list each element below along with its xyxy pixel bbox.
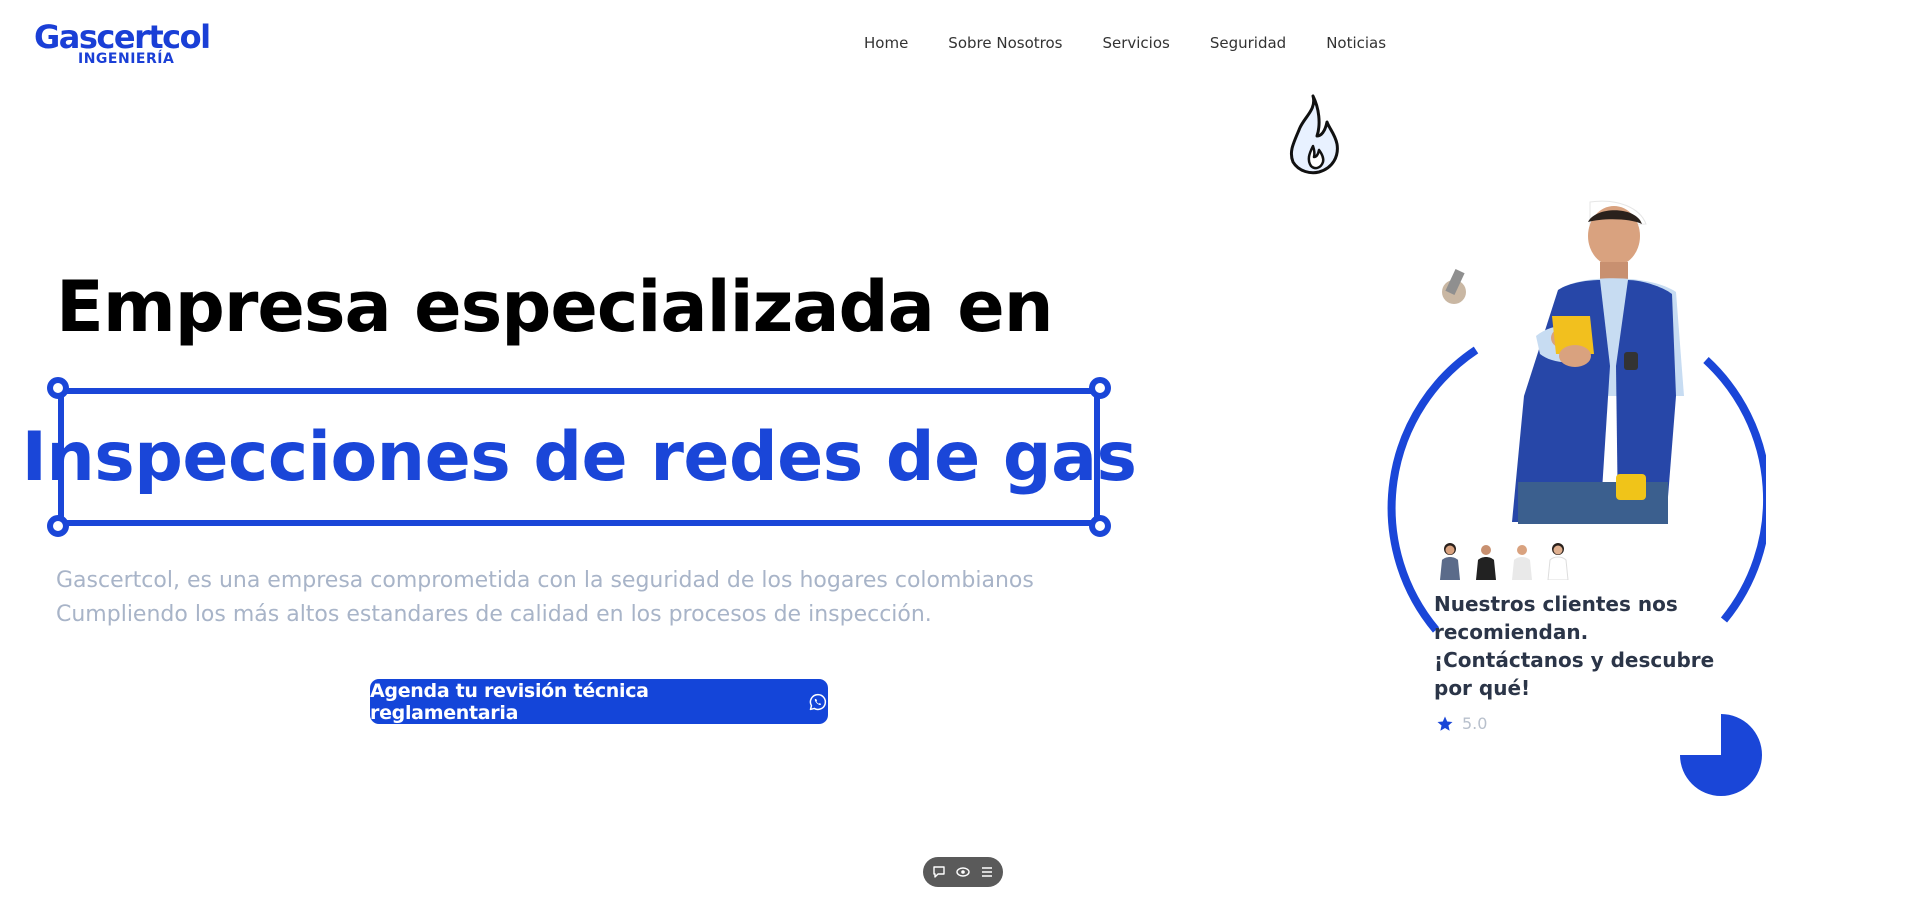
technician-image bbox=[1442, 200, 1684, 524]
star-icon bbox=[1437, 716, 1453, 731]
schedule-inspection-button[interactable]: Agenda tu revisión técnica reglamentaria bbox=[370, 679, 828, 724]
avatar bbox=[1547, 543, 1569, 580]
chat-icon[interactable] bbox=[932, 865, 946, 879]
avatar bbox=[1440, 543, 1460, 580]
whatsapp-icon bbox=[809, 693, 827, 710]
floating-toolbar bbox=[923, 857, 1003, 887]
hero-headline: Empresa especializada en bbox=[56, 266, 1054, 348]
avatar bbox=[1476, 545, 1496, 580]
nav-item-home[interactable]: Home bbox=[864, 34, 908, 52]
nav-item-seguridad[interactable]: Seguridad bbox=[1210, 34, 1286, 52]
main-nav: Home Sobre Nosotros Servicios Seguridad … bbox=[864, 34, 1386, 52]
nav-item-noticias[interactable]: Noticias bbox=[1326, 34, 1386, 52]
highlight-frame: Inspecciones de redes de gas bbox=[21, 377, 1137, 537]
logo-tagline: INGENIERÍA bbox=[78, 51, 175, 67]
eye-icon[interactable] bbox=[956, 865, 970, 879]
hero-description: Gascertcol, es una empresa comprometida … bbox=[56, 568, 1034, 627]
cta-label: Agenda tu revisión técnica reglamentaria bbox=[370, 679, 649, 724]
hero-highlight: Inspecciones de redes de gas bbox=[21, 417, 1137, 497]
rating-value: 5.0 bbox=[1462, 714, 1488, 733]
decorative-quarter-circle bbox=[1680, 714, 1762, 796]
testimonial-text: Nuestros clientes nos recomiendan. ¡Cont… bbox=[1434, 592, 1715, 700]
nav-item-servicios[interactable]: Servicios bbox=[1102, 34, 1169, 52]
flame-icon bbox=[1289, 94, 1339, 175]
rating: 5.0 bbox=[1436, 714, 1487, 733]
brand-logo[interactable]: Gascertcol INGENIERÍA bbox=[34, 18, 224, 72]
settings-icon[interactable] bbox=[980, 865, 994, 879]
nav-item-sobre-nosotros[interactable]: Sobre Nosotros bbox=[948, 34, 1062, 52]
avatar bbox=[1512, 545, 1532, 580]
client-avatars bbox=[1436, 540, 1572, 580]
